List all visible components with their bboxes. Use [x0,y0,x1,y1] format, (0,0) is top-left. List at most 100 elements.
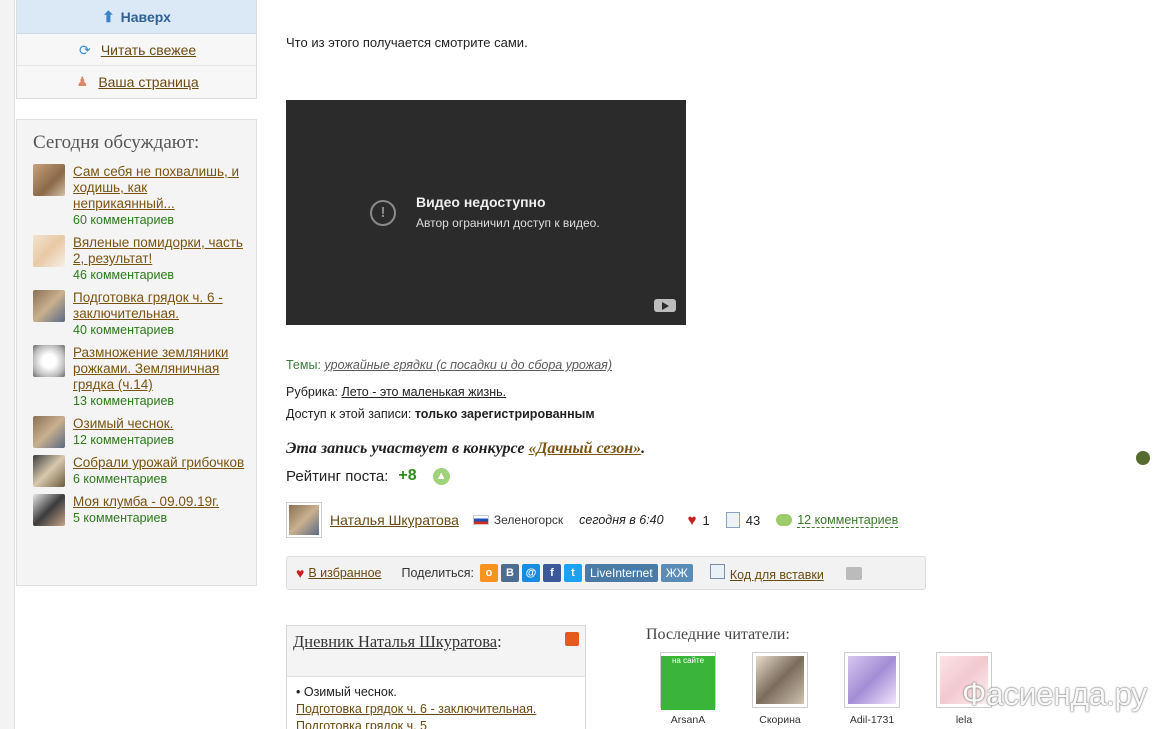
discussed-thumbnail[interactable] [33,164,65,196]
video-player[interactable]: ! Видео недоступно Автор ограничил досту… [286,100,686,325]
liveinternet-button[interactable]: LiveInternet [584,564,658,582]
today-discussed-panel: Сегодня обсуждают: Сам себя не похвалишь… [16,119,257,586]
comments-link[interactable]: 12 комментариев [797,513,899,528]
discussed-link[interactable]: Озимый чеснок. [73,416,173,431]
user-icon: ♟ [76,74,89,89]
comments-icon [776,514,793,526]
ladybug-icon [1136,451,1150,465]
post-time: сегодня в 6:40 [579,513,664,527]
contest-text: Эта запись участвует в конкурсе [286,440,525,457]
contest-link[interactable]: «Дачный сезон» [528,440,641,457]
diary-post-link[interactable]: Подготовка грядок ч. 5 [296,718,576,729]
discussed-link[interactable]: Подготовка грядок ч. 6 - заключительная. [73,290,223,321]
twitter-icon[interactable]: t [563,564,582,582]
embed-icon [709,564,725,579]
share-label: Поделиться: [401,566,474,580]
discussed-link[interactable]: Собрали урожай грибочков [73,455,244,470]
discussed-thumbnail[interactable] [33,416,65,448]
last-readers-title: Последние читатели: [646,626,790,643]
favorite-heart-icon: ♥ [296,565,305,581]
site-watermark: Фасиенда.ру [962,676,1147,712]
mail-icon[interactable]: @ [521,564,540,582]
heart-icon[interactable]: ♥ [688,512,697,529]
author-avatar[interactable] [286,502,322,538]
youtube-logo-icon[interactable] [654,299,676,312]
back-to-top-button[interactable]: ⬆ Наверх [17,0,256,34]
discussed-thumbnail[interactable] [33,455,65,487]
left-background [0,0,15,729]
discussed-item: Моя клумба - 09.09.19г. 5 комментариев [33,494,246,526]
access-value: только зарегистрированным [414,407,595,421]
themes-link[interactable]: урожайные грядки (с посадки и до сбора у… [324,358,612,372]
discussed-item: Подготовка грядок ч. 6 - заключительная.… [33,290,246,338]
embed-code-link[interactable]: Код для вставки [730,568,824,582]
discussed-item: Вяленые помидорки, часть 2, результат! 46… [33,235,246,283]
odnoklassniki-icon[interactable]: о [479,564,498,582]
diary-post-link[interactable]: Подготовка грядок ч. 6 - заключительная. [296,701,576,718]
post-themes: Темы: урожайные грядки (с посадки и до с… [286,358,612,372]
read-fresh-link[interactable]: ⟳ Читать свежее [17,34,256,66]
themes-label: Темы: [286,358,321,372]
discussed-comments: 40 комментариев [73,323,175,337]
diary-posts-list: • Озимый чеснок. Подготовка грядок ч. 6 … [287,677,585,729]
embed-code-link-wrap: Код для вставки [709,564,824,582]
rubric-link[interactable]: Лето - это маленькая жизнь. [341,385,506,399]
discussed-link[interactable]: Вяленые помидорки, часть 2, результат! [73,235,243,266]
post-rating: Рейтинг поста: +8 ▲ [286,467,450,485]
discussed-thumbnail[interactable] [33,494,65,526]
diary-title-link[interactable]: Дневник Наталья Шкуратова [293,632,497,651]
flag-icon[interactable] [565,632,579,646]
reader-card[interactable]: Скорина [750,652,810,726]
print-icon[interactable] [845,566,862,580]
discussed-item: Размножение земляники рожками. Земляничн… [33,345,246,409]
read-fresh-label: Читать свежее [100,41,197,58]
post-access: Доступ к этой записи: только зарегистрир… [286,407,595,421]
views-count: 43 [745,512,761,528]
discussed-comments: 12 комментариев [73,433,175,447]
discussed-comments: 13 комментариев [73,394,175,408]
your-page-link[interactable]: ♟ Ваша страница [17,66,256,98]
diary-header: Дневник Наталья Шкуратова: [287,626,585,677]
discussed-link[interactable]: Сам себя не похвалишь, и ходишь, как неп… [73,164,239,211]
video-unavailable-subtitle: Автор ограничил доступ к видео. [416,216,600,230]
vote-up-icon[interactable]: ▲ [432,467,450,485]
reader-card[interactable]: Adil-1731 [842,652,902,726]
post-author-row: Наталья Шкуратова Зеленогорск сегодня в … [286,502,926,538]
arrow-up-icon: ⬆ [102,8,115,26]
reader-name: Adil-1731 [849,714,895,726]
post-intro-text: Что из этого получается смотрите сами. [286,35,528,50]
reader-name: lela [955,714,973,726]
reader-name: Скорина [759,714,801,726]
add-to-favorites-link[interactable]: В избранное [308,566,381,580]
discussed-link[interactable]: Моя клумба - 09.09.19г. [73,494,219,509]
post-rubric: Рубрика: Лето - это маленькая жизнь. [286,385,506,399]
diary-title: Дневник Наталья Шкуратова: [293,632,579,652]
discussed-link[interactable]: Размножение земляники рожками. Земляничн… [73,345,228,392]
your-page-label: Ваша страница [98,74,199,90]
reader-card[interactable]: на сайте ArsanA [658,652,718,726]
discussed-thumbnail[interactable] [33,290,65,322]
russia-flag-icon [472,515,489,525]
share-bar: ♥ В избранное Поделиться: о В @ f t Live… [286,556,926,590]
discussed-comments: 60 комментариев [73,213,175,227]
access-label: Доступ к этой записи: [286,407,412,421]
author-city: Зеленогорск [493,513,564,527]
discussed-comments: 5 комментариев [73,511,168,525]
discussed-thumbnail[interactable] [33,235,65,267]
diary-title-end: : [497,632,502,651]
author-diary-box: Дневник Наталья Шкуратова: • Озимый чесн… [286,625,586,729]
refresh-icon: ⟳ [78,41,91,58]
page: ⬆ Наверх ⟳ Читать свежее ♟ Ваша страница… [0,0,1162,729]
vkontakte-icon[interactable]: В [500,564,519,582]
reader-avatar [752,652,808,708]
sidebar-nav: ⬆ Наверх ⟳ Читать свежее ♟ Ваша страница [16,0,257,99]
views-icon [725,512,740,528]
video-unavailable-title: Видео недоступно [416,194,546,210]
livejournal-button[interactable]: ЖЖ [660,564,693,582]
discussed-thumbnail[interactable] [33,345,65,377]
author-name-link[interactable]: Наталья Шкуратова [330,512,459,528]
discussed-item: Собрали урожай грибочков 6 комментариев [33,455,246,487]
back-to-top-label: Наверх [120,8,171,25]
discussed-comments: 46 комментариев [73,268,175,282]
facebook-icon[interactable]: f [542,564,561,582]
